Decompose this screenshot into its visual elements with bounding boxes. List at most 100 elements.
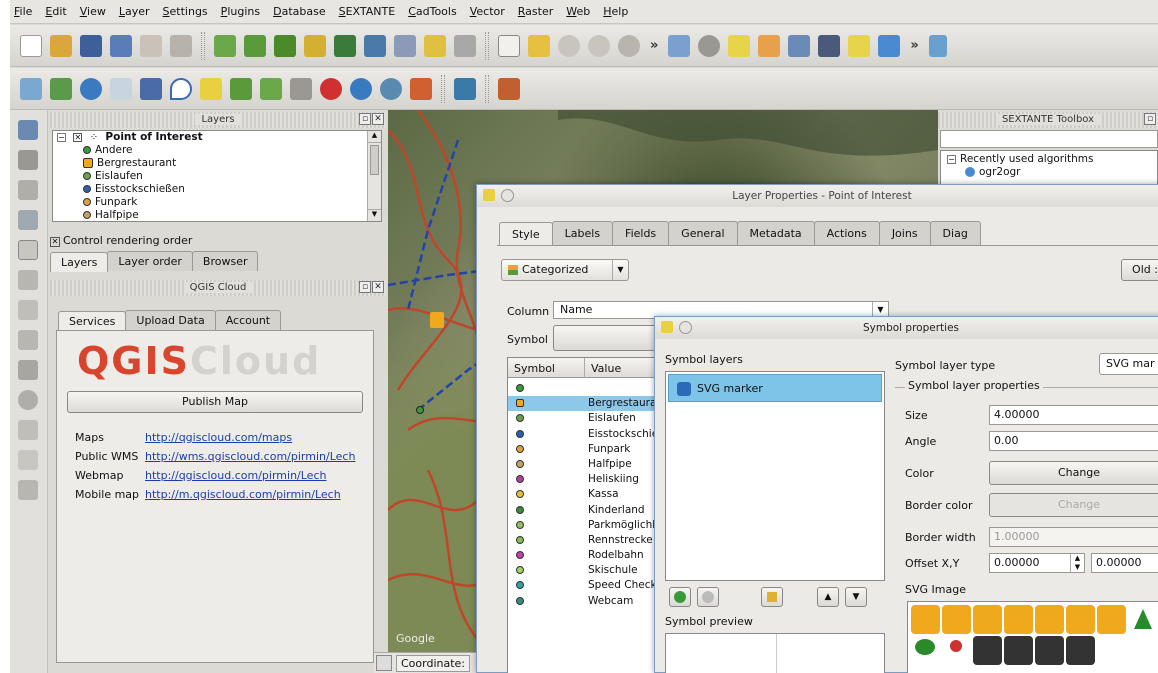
chevron-right-icon[interactable]: » bbox=[650, 38, 658, 53]
search-icon[interactable] bbox=[380, 77, 402, 100]
fire-icon[interactable] bbox=[1035, 636, 1064, 665]
add-wcs-icon[interactable] bbox=[394, 34, 416, 57]
deselect-icon[interactable] bbox=[758, 34, 781, 57]
new-bookmark-icon[interactable] bbox=[878, 34, 901, 57]
save-edits-icon[interactable] bbox=[18, 270, 38, 290]
chevron-right-icon[interactable]: » bbox=[910, 38, 918, 53]
water-drop-icon[interactable] bbox=[170, 77, 192, 100]
grass-icon[interactable] bbox=[140, 77, 162, 100]
tab-actions[interactable]: Actions bbox=[813, 221, 880, 245]
select-icon[interactable] bbox=[728, 34, 751, 57]
svg-image-grid[interactable] bbox=[907, 601, 1158, 673]
layer-category-item[interactable]: Eislaufen bbox=[53, 170, 381, 183]
add-raster-icon[interactable] bbox=[244, 34, 266, 57]
table-row[interactable] bbox=[508, 381, 664, 396]
color-change-button[interactable]: Change bbox=[989, 461, 1158, 485]
gear-icon[interactable] bbox=[698, 34, 721, 57]
move-down-button[interactable]: ▼ bbox=[845, 587, 867, 607]
save-as-icon[interactable] bbox=[110, 34, 132, 57]
cloud-link[interactable]: http://wms.qgiscloud.com/pirmin/Lech bbox=[145, 450, 355, 463]
move-up-button[interactable]: ▲ bbox=[817, 587, 839, 607]
close-icon[interactable]: ✕ bbox=[372, 281, 384, 293]
tab-joins[interactable]: Joins bbox=[878, 221, 931, 245]
publish-map-button[interactable]: Publish Map bbox=[67, 391, 363, 413]
georef-icon[interactable] bbox=[50, 77, 72, 100]
tab-fields[interactable]: Fields bbox=[612, 221, 670, 245]
offset-y-input[interactable]: 0.00000 bbox=[1091, 553, 1158, 573]
size-input[interactable]: 4.00000 bbox=[989, 405, 1158, 425]
pin-icon[interactable] bbox=[18, 150, 38, 170]
table-row[interactable]: Halfpipe bbox=[508, 457, 664, 472]
paste-icon[interactable] bbox=[18, 480, 38, 500]
control-rendering-order[interactable]: ✕ Control rendering order bbox=[50, 234, 192, 247]
menu-layer[interactable]: Layer bbox=[119, 5, 150, 18]
film-icon[interactable] bbox=[973, 605, 1002, 634]
menu-cadtools[interactable]: CadTools bbox=[408, 5, 457, 18]
symbol-layers-list[interactable]: SVG marker bbox=[665, 371, 885, 581]
value-column-header[interactable]: Value bbox=[584, 358, 627, 378]
refresh-icon[interactable] bbox=[350, 77, 372, 100]
deciduous-tree-icon[interactable] bbox=[911, 636, 940, 665]
help-icon[interactable] bbox=[928, 34, 947, 57]
copy-icon[interactable] bbox=[18, 450, 38, 470]
menu-view[interactable]: View bbox=[80, 5, 106, 18]
sextante-search-input[interactable] bbox=[940, 130, 1158, 148]
identify-icon[interactable] bbox=[668, 34, 691, 57]
glass-icon[interactable] bbox=[1035, 605, 1064, 634]
pin-icon[interactable] bbox=[18, 180, 38, 200]
gear-icon[interactable] bbox=[1066, 636, 1095, 665]
menu-vector[interactable]: Vector bbox=[470, 5, 505, 18]
add-vector-icon[interactable] bbox=[214, 34, 236, 57]
zoom-in-icon[interactable] bbox=[558, 34, 580, 57]
table-row[interactable]: Kinderland bbox=[508, 503, 664, 518]
add-feature-icon[interactable] bbox=[18, 300, 38, 320]
tab-labels[interactable]: Labels bbox=[551, 221, 614, 245]
measure-icon[interactable] bbox=[818, 34, 841, 57]
border-color-change-button[interactable]: Change bbox=[989, 493, 1158, 517]
float-icon[interactable]: ▫ bbox=[1144, 113, 1156, 125]
tab-services[interactable]: Services bbox=[58, 311, 127, 331]
new-layer-icon[interactable] bbox=[424, 34, 446, 57]
layer-category-item[interactable]: Eisstockschießen bbox=[53, 183, 381, 196]
table-row[interactable]: Rennstrecke bbox=[508, 533, 664, 548]
layer-category-item[interactable]: Funpark bbox=[53, 196, 381, 209]
add-layer-button[interactable] bbox=[669, 587, 691, 607]
menu-sextante[interactable]: SEXTANTE bbox=[339, 5, 396, 18]
close-icon[interactable]: ✕ bbox=[372, 113, 384, 125]
menu-edit[interactable]: Edit bbox=[45, 5, 66, 18]
python-icon[interactable] bbox=[290, 77, 312, 100]
table-row[interactable]: Rodelbahn bbox=[508, 548, 664, 563]
table-row[interactable]: Bergrestaurant bbox=[508, 396, 664, 412]
grid-icon[interactable] bbox=[110, 77, 132, 100]
bench-icon[interactable] bbox=[973, 636, 1002, 665]
table-row[interactable]: Skischule bbox=[508, 563, 664, 578]
zoom-actual-icon[interactable] bbox=[618, 34, 640, 57]
menu-file[interactable]: File bbox=[14, 5, 32, 18]
add-wms-icon[interactable] bbox=[334, 34, 356, 57]
open-project-icon[interactable] bbox=[50, 34, 72, 57]
coordinate-toggle-icon[interactable] bbox=[376, 655, 392, 671]
table-row[interactable]: Eisstockschießen bbox=[508, 427, 664, 442]
menu-web[interactable]: Web bbox=[566, 5, 590, 18]
float-icon[interactable]: ▫ bbox=[359, 281, 371, 293]
cut-icon[interactable] bbox=[18, 420, 38, 440]
table-row[interactable]: Parkmöglichkeit bbox=[508, 518, 664, 533]
pan-icon[interactable] bbox=[498, 34, 520, 57]
print-composer-icon[interactable] bbox=[140, 34, 162, 57]
restaurant-icon[interactable] bbox=[1066, 605, 1095, 634]
tab-browser[interactable]: Browser bbox=[191, 251, 259, 271]
zoom-out-icon[interactable] bbox=[588, 34, 610, 57]
node-tool-icon[interactable] bbox=[18, 360, 38, 380]
renderer-select[interactable]: Categorized ▼ bbox=[501, 259, 629, 281]
toggle-editing-icon[interactable] bbox=[18, 240, 38, 260]
poi-marker-icon[interactable] bbox=[416, 406, 424, 414]
table-row[interactable]: Speed Check bbox=[508, 578, 664, 593]
label-icon[interactable] bbox=[18, 120, 38, 140]
new-project-icon[interactable] bbox=[20, 34, 42, 57]
move-feature-icon[interactable] bbox=[18, 330, 38, 350]
bug-icon[interactable] bbox=[410, 77, 432, 100]
add-postgis-icon[interactable] bbox=[274, 34, 296, 57]
table-row[interactable]: Heliskiing bbox=[508, 472, 664, 487]
save-project-icon[interactable] bbox=[80, 34, 102, 57]
menu-help[interactable]: Help bbox=[603, 5, 628, 18]
